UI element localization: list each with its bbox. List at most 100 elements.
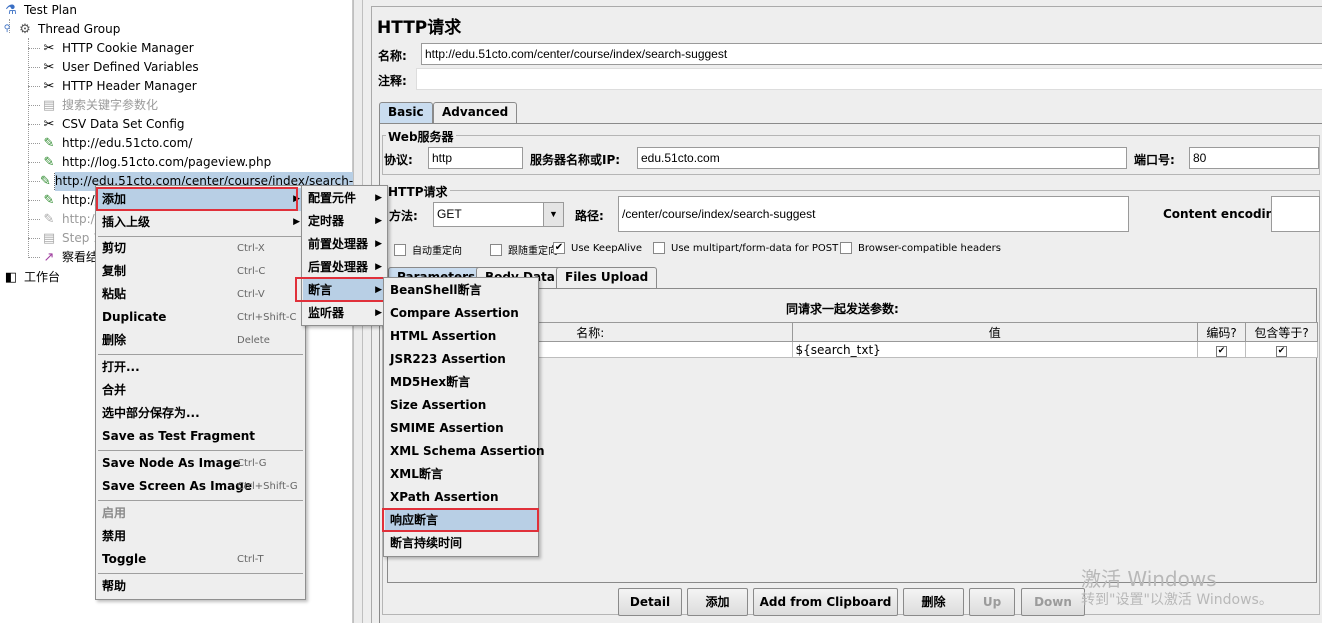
checkmark-icon[interactable]: ✔ bbox=[553, 242, 565, 254]
menu-item-html-assertion[interactable]: HTML Assertion bbox=[385, 325, 537, 348]
name-field[interactable]: http://edu.51cto.com/center/course/index… bbox=[421, 43, 1322, 65]
menu-item-smime-assertion[interactable]: SMIME Assertion bbox=[385, 417, 537, 440]
menu-item-copy[interactable]: 复制 Ctrl-C bbox=[97, 260, 304, 283]
menu-item-merge[interactable]: 合并 bbox=[97, 379, 304, 402]
menu-item-insert-parent[interactable]: 插入上级 ▶ bbox=[97, 211, 304, 234]
checkbox-keepalive[interactable]: ✔ Use KeepAlive bbox=[553, 242, 642, 254]
menu-item-duration-assertion[interactable]: 断言持续时间 bbox=[385, 532, 537, 555]
col-include-equals[interactable]: 包含等于? bbox=[1245, 322, 1318, 342]
tree-node-view-results[interactable]: ↗ 察看结 bbox=[40, 248, 98, 267]
checkbox-box[interactable] bbox=[840, 242, 852, 254]
chevron-right-icon: ▶ bbox=[375, 308, 382, 318]
down-button[interactable]: Down bbox=[1021, 588, 1085, 616]
name-label: 名称: bbox=[378, 49, 407, 63]
tree-node-workbench[interactable]: ◧ 工作台 bbox=[2, 268, 60, 287]
menu-item-save-selection-as[interactable]: 选中部分保存为... bbox=[97, 402, 304, 425]
menu-item-post-processor[interactable]: 后置处理器 ▶ bbox=[303, 256, 386, 279]
method-select[interactable]: GET ▼ bbox=[433, 202, 564, 227]
content-encoding-field[interactable] bbox=[1271, 196, 1320, 232]
tree-node-header-manager[interactable]: ✂ HTTP Header Manager bbox=[40, 77, 197, 96]
menu-item-save-as-test-fragment[interactable]: Save as Test Fragment bbox=[97, 425, 304, 448]
menu-item-toggle[interactable]: Toggle Ctrl-T bbox=[97, 548, 304, 571]
menu-item-delete[interactable]: 删除 Delete bbox=[97, 329, 304, 352]
chevron-right-icon: ▶ bbox=[375, 216, 382, 226]
port-field[interactable]: 80 bbox=[1189, 147, 1319, 169]
tree-node-http-l[interactable]: ✎ http://l bbox=[40, 210, 103, 229]
checkbox-box[interactable] bbox=[653, 242, 665, 254]
menu-item-save-screen-as-image[interactable]: Save Screen As Image Ctrl+Shift-G bbox=[97, 475, 304, 498]
path-label: 路径: bbox=[575, 209, 604, 223]
checkbox-browser-compatible[interactable]: Browser-compatible headers bbox=[840, 242, 1001, 254]
menu-item-config-element[interactable]: 配置元件 ▶ bbox=[303, 187, 386, 210]
checkbox-box[interactable] bbox=[490, 243, 502, 256]
col-encode[interactable]: 编码? bbox=[1197, 322, 1247, 342]
server-field[interactable]: edu.51cto.com bbox=[637, 147, 1127, 169]
annotation-highlight-assertion bbox=[295, 277, 386, 302]
menu-item-compare-assertion[interactable]: Compare Assertion bbox=[385, 302, 537, 325]
tree-node-step[interactable]: ▤ Step 1 bbox=[40, 229, 101, 248]
up-button[interactable]: Up bbox=[969, 588, 1015, 616]
param-value-cell[interactable]: ${search_txt} bbox=[791, 341, 1199, 358]
menu-item-jsr223-assertion[interactable]: JSR223 Assertion bbox=[385, 348, 537, 371]
add-from-clipboard-button[interactable]: Add from Clipboard bbox=[753, 588, 898, 616]
tree-node-http-edu[interactable]: ✎ http://edu.51cto.com/ bbox=[40, 134, 193, 153]
menu-item-xml-assertion[interactable]: XML断言 bbox=[385, 463, 537, 486]
checkbox-box[interactable] bbox=[394, 243, 406, 256]
pipette-icon: ✎ bbox=[43, 212, 55, 227]
method-label: 方法: bbox=[389, 209, 418, 223]
chevron-right-icon: ▶ bbox=[375, 239, 382, 249]
menu-item-save-node-as-image[interactable]: Save Node As Image Ctrl-G bbox=[97, 452, 304, 475]
protocol-field[interactable]: http bbox=[428, 147, 523, 169]
checkbox-multipart[interactable]: Use multipart/form-data for POST bbox=[653, 242, 838, 254]
script-icon: ▤ bbox=[42, 98, 56, 113]
menu-item-duplicate[interactable]: Duplicate Ctrl+Shift-C bbox=[97, 306, 304, 329]
chevron-right-icon: ▶ bbox=[375, 262, 382, 272]
tree-node-csv-data-set[interactable]: ✂ CSV Data Set Config bbox=[40, 115, 185, 134]
chevron-down-icon[interactable]: ▼ bbox=[543, 203, 563, 226]
menu-item-open[interactable]: 打开... bbox=[97, 356, 304, 379]
path-field[interactable]: /center/course/index/search-suggest bbox=[618, 196, 1129, 232]
delete-button[interactable]: 删除 bbox=[903, 588, 964, 616]
checkbox-follow-redirect[interactable]: 跟随重定向 bbox=[490, 242, 558, 257]
menu-item-timer[interactable]: 定时器 ▶ bbox=[303, 210, 386, 233]
menu-item-size-assertion[interactable]: Size Assertion bbox=[385, 394, 537, 417]
wrench-icon: ✂ bbox=[43, 79, 55, 94]
wrench-icon: ✂ bbox=[43, 41, 55, 56]
col-value[interactable]: 值 bbox=[791, 322, 1199, 342]
tab-files-upload[interactable]: Files Upload bbox=[556, 267, 658, 288]
add-submenu: 配置元件 ▶ 定时器 ▶ 前置处理器 ▶ 后置处理器 ▶ 断言 ▶ 监听器 ▶ bbox=[301, 185, 388, 326]
gear-icon: ⚙ bbox=[19, 22, 31, 37]
workbench-icon: ◧ bbox=[4, 270, 18, 285]
method-value: GET bbox=[437, 207, 462, 221]
menu-item-md5hex-assertion[interactable]: MD5Hex断言 bbox=[385, 371, 537, 394]
menu-item-help[interactable]: 帮助 bbox=[97, 575, 304, 598]
menu-item-beanshell-assertion[interactable]: BeanShell断言 bbox=[385, 279, 537, 302]
menu-item-enable[interactable]: 启用 bbox=[97, 502, 304, 525]
expand-toggle-icon[interactable]: ⚲ bbox=[2, 22, 12, 38]
menu-item-listener[interactable]: 监听器 ▶ bbox=[303, 302, 386, 325]
menu-item-xpath-assertion[interactable]: XPath Assertion bbox=[385, 486, 537, 509]
chart-icon: ↗ bbox=[43, 250, 55, 265]
tree-node-http-log[interactable]: ✎ http://log.51cto.com/pageview.php bbox=[40, 153, 272, 172]
menu-item-pre-processor[interactable]: 前置处理器 ▶ bbox=[303, 233, 386, 256]
menu-item-cut[interactable]: 剪切 Ctrl-X bbox=[97, 237, 304, 260]
flask-icon: ⚗ bbox=[5, 3, 17, 18]
comment-field[interactable] bbox=[416, 68, 1322, 90]
tree-node-cookie-manager[interactable]: ✂ HTTP Cookie Manager bbox=[40, 39, 194, 58]
page-title: HTTP请求 bbox=[377, 18, 462, 38]
tree-node-test-plan[interactable]: ⚗ Test Plan bbox=[2, 1, 77, 20]
pipette-icon: ✎ bbox=[43, 155, 55, 170]
add-button[interactable]: 添加 bbox=[687, 588, 748, 616]
tree-node-search-keyword-param[interactable]: ▤ 搜索关键字参数化 bbox=[40, 96, 158, 115]
tree-node-thread-group[interactable]: ⚲ ⚙ Thread Group bbox=[2, 20, 121, 39]
menu-item-disable[interactable]: 禁用 bbox=[97, 525, 304, 548]
menu-item-paste[interactable]: 粘贴 Ctrl-V bbox=[97, 283, 304, 306]
checkbox-auto-redirect[interactable]: 自动重定向 bbox=[394, 242, 462, 257]
detail-button[interactable]: Detail bbox=[618, 588, 682, 616]
menu-item-xml-schema-assertion[interactable]: XML Schema Assertion bbox=[385, 440, 545, 463]
param-include-equals-checkbox[interactable]: ✔ bbox=[1245, 341, 1318, 358]
tab-basic[interactable]: Basic bbox=[379, 102, 433, 123]
tree-node-user-defined-variables[interactable]: ✂ User Defined Variables bbox=[40, 58, 199, 77]
tab-advanced[interactable]: Advanced bbox=[433, 102, 518, 123]
param-encode-checkbox[interactable]: ✔ bbox=[1197, 341, 1247, 358]
